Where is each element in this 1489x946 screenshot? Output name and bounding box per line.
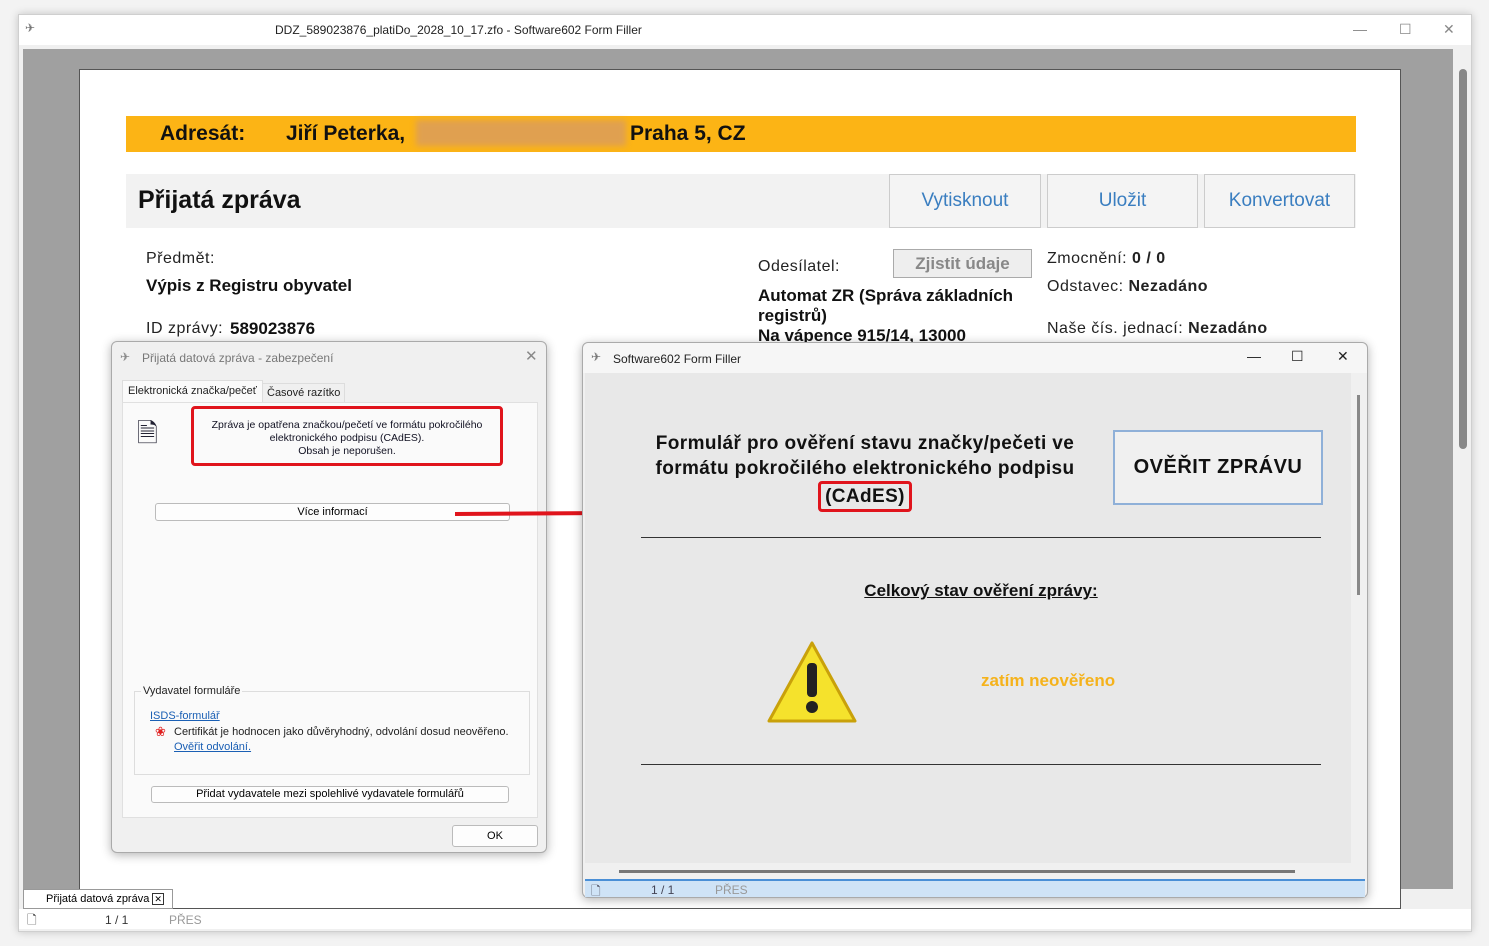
seal-status-message: Zpráva je opatřena značkou/pečetí ve for… <box>191 406 503 466</box>
dialog-title: Přijatá datová zpráva - zabezpečení <box>142 351 334 365</box>
divider <box>641 764 1321 765</box>
status-bar: 🗋 1 / 1 PŘES <box>19 909 1471 929</box>
tab-panel: 🗎 Zpráva je opatřena značkou/pečetí ve f… <box>122 402 538 818</box>
title-bar: ✈ Software602 Form Filler — ☐ ✕ <box>583 343 1367 373</box>
minimize-button[interactable]: — <box>1353 21 1367 37</box>
addressee-name: Jiří Peterka, <box>286 122 406 145</box>
find-details-button[interactable]: Zjistit údaje <box>893 249 1032 278</box>
id-label: ID zprávy: <box>146 320 224 337</box>
issuer-link[interactable]: ISDS-formulář <box>150 710 220 722</box>
subject-label: Předmět: <box>146 250 215 267</box>
verify-revocation-link[interactable]: Ověřit odvolání. <box>174 741 251 753</box>
window-title: DDZ_589023876_platiDo_2028_10_17.zfo - S… <box>275 23 642 37</box>
ok-button[interactable]: OK <box>452 825 538 847</box>
redacted-address <box>416 120 626 146</box>
page-counter: 1 / 1 <box>105 913 129 927</box>
document-icon: 🗋 <box>591 884 601 898</box>
security-dialog: ✈ Přijatá datová zpráva - zabezpečení ✕ … <box>111 341 547 853</box>
verify-message-button[interactable]: OVĚŘIT ZPRÁVU <box>1113 430 1323 505</box>
vertical-scrollbar[interactable] <box>1357 395 1360 595</box>
tab-electronic-seal[interactable]: Elektronická značka/pečeť <box>122 380 263 402</box>
tab-timestamp[interactable]: Časové razítko <box>262 383 346 402</box>
addressee-city: Praha 5, CZ <box>630 122 746 145</box>
title-bar: ✈ DDZ_589023876_platiDo_2028_10_17.zfo -… <box>19 15 1471 45</box>
sender-label: Odesílatel: <box>758 258 840 275</box>
close-tab-icon[interactable]: ✕ <box>152 893 164 905</box>
overall-status-label: Celkový stav ověření zprávy: <box>864 581 1098 600</box>
verification-state: zatím neověřeno <box>981 671 1116 690</box>
maximize-button[interactable]: ☐ <box>1399 21 1412 38</box>
document-clock-icon: 🗎 <box>137 418 158 448</box>
convert-button[interactable]: Konvertovat <box>1204 174 1355 228</box>
print-button[interactable]: Vytisknout <box>889 174 1041 228</box>
issuer-group: Vydavatel formuláře ISDS-formulář ❀ Cert… <box>134 685 530 775</box>
vertical-scrollbar[interactable] <box>1459 69 1467 449</box>
horizontal-scrollbar[interactable] <box>585 863 1351 879</box>
reference-field: Naše čís. jednací: Nezadáno <box>1047 320 1268 337</box>
form-heading: Formulář pro ověření stavu značky/pečeti… <box>625 431 1105 512</box>
certificate-status: Certifikát je hodnocen jako důvěryhodný,… <box>174 726 509 738</box>
app-logo-icon: ✈ <box>25 21 36 35</box>
subject-value: Výpis z Registru obyvatel <box>146 276 352 295</box>
sender-panel: Odesílatel: Zjistit údaje Automat ZR (Sp… <box>744 228 1348 358</box>
issuer-group-label: Vydavatel formuláře <box>141 685 243 697</box>
minimize-button[interactable]: — <box>1247 348 1261 364</box>
close-button[interactable]: ✕ <box>1337 348 1349 365</box>
addressee-label: Adresát: <box>160 122 246 145</box>
authorization-field: Zmocnění: 0 / 0 <box>1047 250 1166 267</box>
app-logo-icon: ✈ <box>591 350 602 364</box>
status-bar: 🗋 1 / 1 PŘES <box>585 879 1365 898</box>
warning-icon <box>767 641 857 723</box>
document-icon: 🗋 <box>27 913 37 927</box>
form-filler-dialog: ✈ Software602 Form Filler — ☐ ✕ Formulář… <box>582 342 1368 898</box>
dialog-title: Software602 Form Filler <box>613 352 742 366</box>
paragraph-field: Odstavec: Nezadáno <box>1047 278 1209 295</box>
id-value: 589023876 <box>230 319 316 338</box>
form-area: Formulář pro ověření stavu značky/pečeti… <box>585 373 1360 863</box>
divider <box>641 537 1321 538</box>
page-title: Přijatá zpráva <box>138 186 301 214</box>
add-trusted-issuer-button[interactable]: Přidat vydavatele mezi spolehlivé vydava… <box>151 786 509 803</box>
page-counter: 1 / 1 <box>651 883 675 897</box>
close-button[interactable]: ✕ <box>525 347 538 365</box>
sender-line: Automat ZR (Správa základních <box>758 286 1014 305</box>
cades-highlight: (CAdES) <box>818 481 912 512</box>
mode-indicator: PŘES <box>169 913 202 927</box>
save-button[interactable]: Uložit <box>1047 174 1198 228</box>
maximize-button[interactable]: ☐ <box>1291 348 1304 365</box>
tab-received-message[interactable]: Přijatá datová zpráva ✕ <box>23 889 173 909</box>
sender-line: registrů) <box>758 306 827 325</box>
addressee-bar: Adresát: Jiří Peterka, Praha 5, CZ <box>126 116 1356 152</box>
subject-panel: Předmět: Výpis z Registru obyvatel ID zp… <box>132 228 738 358</box>
close-button[interactable]: ✕ <box>1443 21 1455 38</box>
certificate-ribbon-icon: ❀ <box>155 724 166 739</box>
mode-indicator: PŘES <box>715 883 748 897</box>
app-logo-icon: ✈ <box>120 350 131 364</box>
